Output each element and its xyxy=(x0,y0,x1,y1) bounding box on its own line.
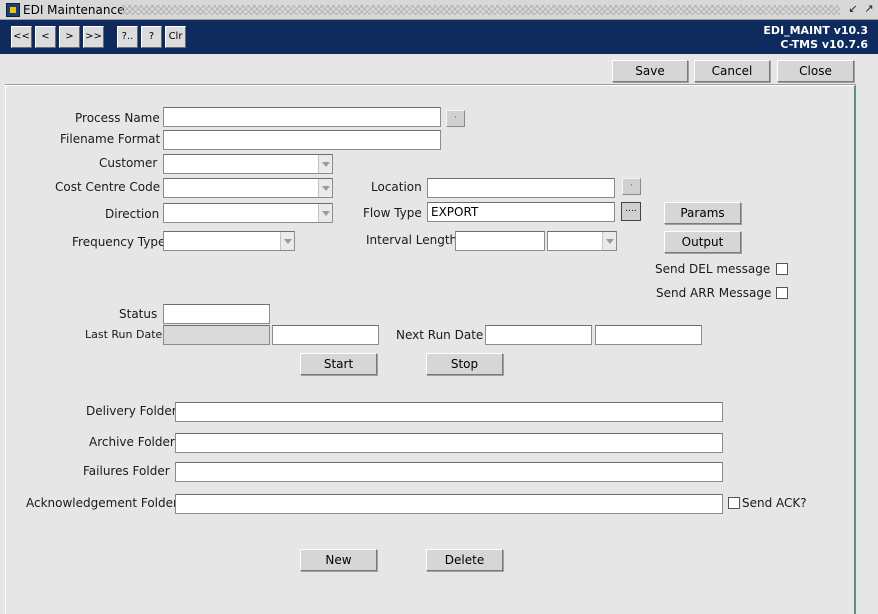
chevron-down-icon[interactable] xyxy=(602,232,616,250)
params-button[interactable]: Params xyxy=(664,202,741,224)
clear-button[interactable]: Clr xyxy=(165,26,186,48)
process-name-lov-button[interactable]: · xyxy=(446,110,465,127)
send-ack-checkbox[interactable] xyxy=(728,497,740,509)
send-arr-label: Send ARR Message xyxy=(656,286,772,300)
location-label: Location xyxy=(371,180,422,194)
chevron-down-icon[interactable] xyxy=(280,232,294,250)
maximize-icon[interactable]: ↗ xyxy=(862,2,876,16)
previous-record-button[interactable]: < xyxy=(35,26,56,48)
close-button[interactable]: Close xyxy=(777,60,854,82)
query-button[interactable]: ?.. xyxy=(117,26,138,48)
direction-label: Direction xyxy=(105,207,160,221)
first-record-button[interactable]: << xyxy=(11,26,32,48)
delivery-folder-label: Delivery Folder xyxy=(86,404,177,418)
module-version: EDI_MAINT v10.3 xyxy=(763,24,868,37)
output-button[interactable]: Output xyxy=(664,231,741,253)
flow-type-lov-button[interactable]: .... xyxy=(621,202,641,221)
customer-select[interactable] xyxy=(163,154,333,174)
last-run-time-input[interactable] xyxy=(272,325,379,345)
version-info: EDI_MAINT v10.3 C-TMS v10.7.6 xyxy=(763,24,868,52)
frequency-type-label: Frequency Type xyxy=(72,235,166,249)
start-button[interactable]: Start xyxy=(300,353,377,375)
interval-unit-select[interactable] xyxy=(547,231,617,251)
save-button[interactable]: Save xyxy=(612,60,688,82)
minimize-icon[interactable]: ↙ xyxy=(846,2,860,16)
stop-button[interactable]: Stop xyxy=(426,353,503,375)
frequency-type-select[interactable] xyxy=(163,231,295,251)
customer-label: Customer xyxy=(99,156,158,170)
direction-select[interactable] xyxy=(163,203,333,223)
cancel-button[interactable]: Cancel xyxy=(694,60,770,82)
interval-length-label: Interval Length xyxy=(366,233,458,247)
send-ack-label: Send ACK? xyxy=(742,496,807,510)
cost-centre-code-label: Cost Centre Code xyxy=(55,180,161,194)
delivery-folder-input[interactable] xyxy=(175,402,723,422)
process-name-input[interactable] xyxy=(163,107,441,127)
next-run-date-input[interactable] xyxy=(485,325,592,345)
location-input[interactable] xyxy=(427,178,615,198)
location-lov-button[interactable]: · xyxy=(622,178,641,195)
help-button[interactable]: ? xyxy=(141,26,162,48)
send-arr-checkbox[interactable] xyxy=(776,287,788,299)
process-name-label: Process Name xyxy=(75,111,160,125)
next-run-date-label: Next Run Date xyxy=(396,328,484,342)
acknowledgement-folder-label: Acknowledgement Folder xyxy=(26,496,178,510)
archive-folder-label: Archive Folder xyxy=(89,435,175,449)
flow-type-input[interactable]: EXPORT xyxy=(427,202,615,222)
failures-folder-input[interactable] xyxy=(175,462,723,482)
status-label: Status xyxy=(119,307,158,321)
system-version: C-TMS v10.7.6 xyxy=(780,38,868,51)
send-del-checkbox[interactable] xyxy=(776,263,788,275)
cost-centre-code-select[interactable] xyxy=(163,178,333,198)
app-window-icon xyxy=(6,3,20,17)
new-button[interactable]: New xyxy=(300,549,377,571)
window-title: EDI Maintenance xyxy=(23,3,125,17)
last-run-date-input xyxy=(163,325,270,345)
last-record-button[interactable]: >> xyxy=(83,26,104,48)
chevron-down-icon[interactable] xyxy=(318,179,332,197)
archive-folder-input[interactable] xyxy=(175,433,723,453)
chevron-down-icon[interactable] xyxy=(318,204,332,222)
filename-format-input[interactable] xyxy=(163,130,441,150)
delete-button[interactable]: Delete xyxy=(426,549,503,571)
interval-length-input[interactable] xyxy=(455,231,545,251)
send-del-label: Send DEL message xyxy=(655,262,771,276)
chevron-down-icon[interactable] xyxy=(318,155,332,173)
status-input[interactable] xyxy=(163,304,270,324)
last-run-date-label: Last Run Date xyxy=(85,328,163,341)
acknowledgement-folder-input[interactable] xyxy=(175,494,723,514)
title-bar: EDI Maintenance ↙ ↗ xyxy=(0,0,878,20)
filename-format-label: Filename Format xyxy=(60,132,161,146)
next-record-button[interactable]: > xyxy=(59,26,80,48)
toolbar: << < > >> ?.. ? Clr EDI_MAINT v10.3 C-TM… xyxy=(0,20,878,54)
failures-folder-label: Failures Folder xyxy=(83,464,170,478)
next-run-time-input[interactable] xyxy=(595,325,702,345)
title-bar-texture xyxy=(121,5,840,15)
flow-type-label: Flow Type xyxy=(363,206,422,220)
